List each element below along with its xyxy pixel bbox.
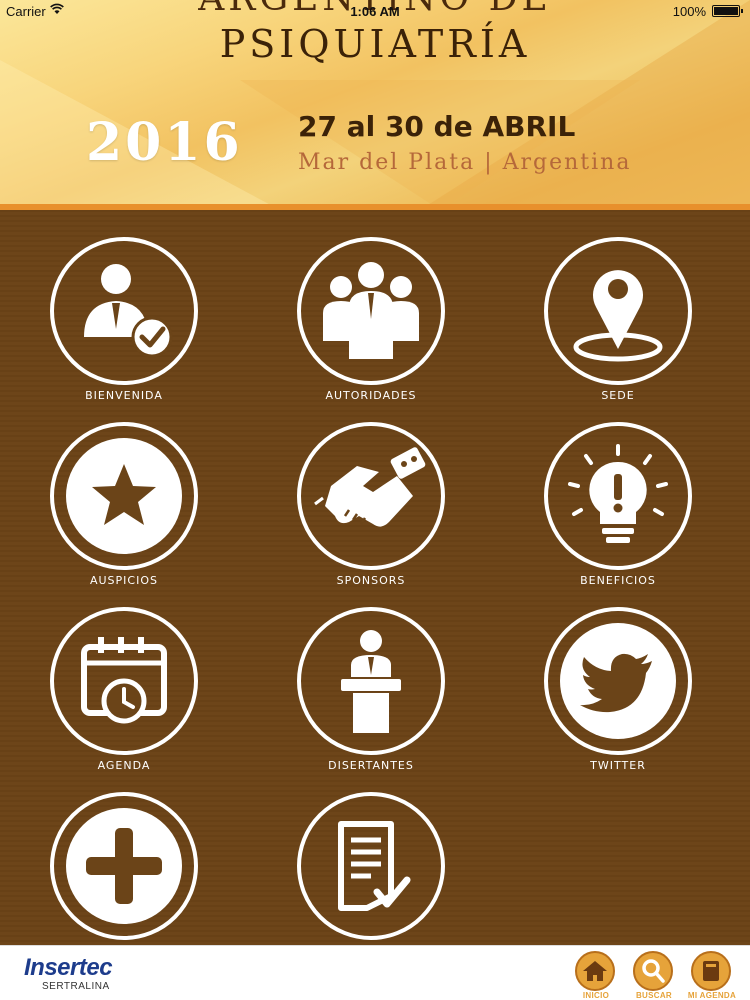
menu-grid: BIENVENIDA AUTORIDADES SEDE AUSPICIOS SP…: [0, 210, 750, 945]
menu-label-twitter: TWITTER: [590, 759, 646, 772]
menu-item-sede[interactable]: SEDE: [518, 210, 718, 402]
lightbulb-icon: [544, 422, 692, 570]
location-pin-icon: [544, 237, 692, 385]
twitter-bird-icon: [544, 607, 692, 755]
status-bar: Carrier 1:06 AM 100%: [0, 0, 750, 22]
event-place: Mar del Plata | Argentina: [298, 150, 632, 175]
calendar-clock-icon: [50, 607, 198, 755]
nav-inicio-button[interactable]: INICIO: [572, 951, 622, 1000]
search-icon: [633, 951, 673, 991]
people-group-icon: [297, 237, 445, 385]
battery-percent: 100%: [672, 4, 706, 19]
bottom-toolbar: Insertec SERTRALINA INICIO BUSCAR MI AGE…: [0, 945, 750, 1000]
menu-item-beneficios[interactable]: BENEFICIOS: [518, 395, 718, 587]
menu-item-document[interactable]: [271, 765, 471, 945]
nav-mi-agenda-label: MI AGENDA: [687, 991, 737, 1000]
menu-item-auspicios[interactable]: AUSPICIOS: [24, 395, 224, 587]
menu-item-disertantes[interactable]: DISERTANTES: [271, 580, 471, 772]
brand-logo: Insertec: [24, 954, 113, 981]
brand-subtitle: SERTRALINA: [42, 981, 110, 992]
menu-item-bienvenida[interactable]: BIENVENIDA: [24, 210, 224, 402]
star-icon: [50, 422, 198, 570]
event-dates: 27 al 30 de ABRIL: [298, 110, 576, 143]
home-icon: [575, 951, 615, 991]
battery-icon: [712, 5, 743, 17]
book-icon: [691, 951, 731, 991]
handshake-icon: [297, 422, 445, 570]
menu-item-plus[interactable]: [24, 765, 224, 945]
event-title-line2: PSIQUIATRÍA: [219, 22, 531, 66]
document-check-icon: [297, 792, 445, 940]
person-check-icon: [50, 237, 198, 385]
menu-item-agenda[interactable]: AGENDA: [24, 580, 224, 772]
nav-buscar-button[interactable]: BUSCAR: [630, 951, 680, 1000]
plus-icon: [50, 792, 198, 940]
event-year: 2016: [86, 112, 243, 173]
menu-item-autoridades[interactable]: AUTORIDADES: [271, 210, 471, 402]
menu-item-twitter[interactable]: TWITTER: [518, 580, 718, 772]
menu-item-sponsors[interactable]: SPONSORS: [271, 395, 471, 587]
speaker-podium-icon: [297, 607, 445, 755]
nav-mi-agenda-button[interactable]: MI AGENDA: [688, 951, 738, 1000]
clock: 1:06 AM: [350, 4, 400, 19]
event-header-banner: ARGENTINO DE PSIQUIATRÍA 2016 27 al 30 d…: [0, 0, 750, 210]
